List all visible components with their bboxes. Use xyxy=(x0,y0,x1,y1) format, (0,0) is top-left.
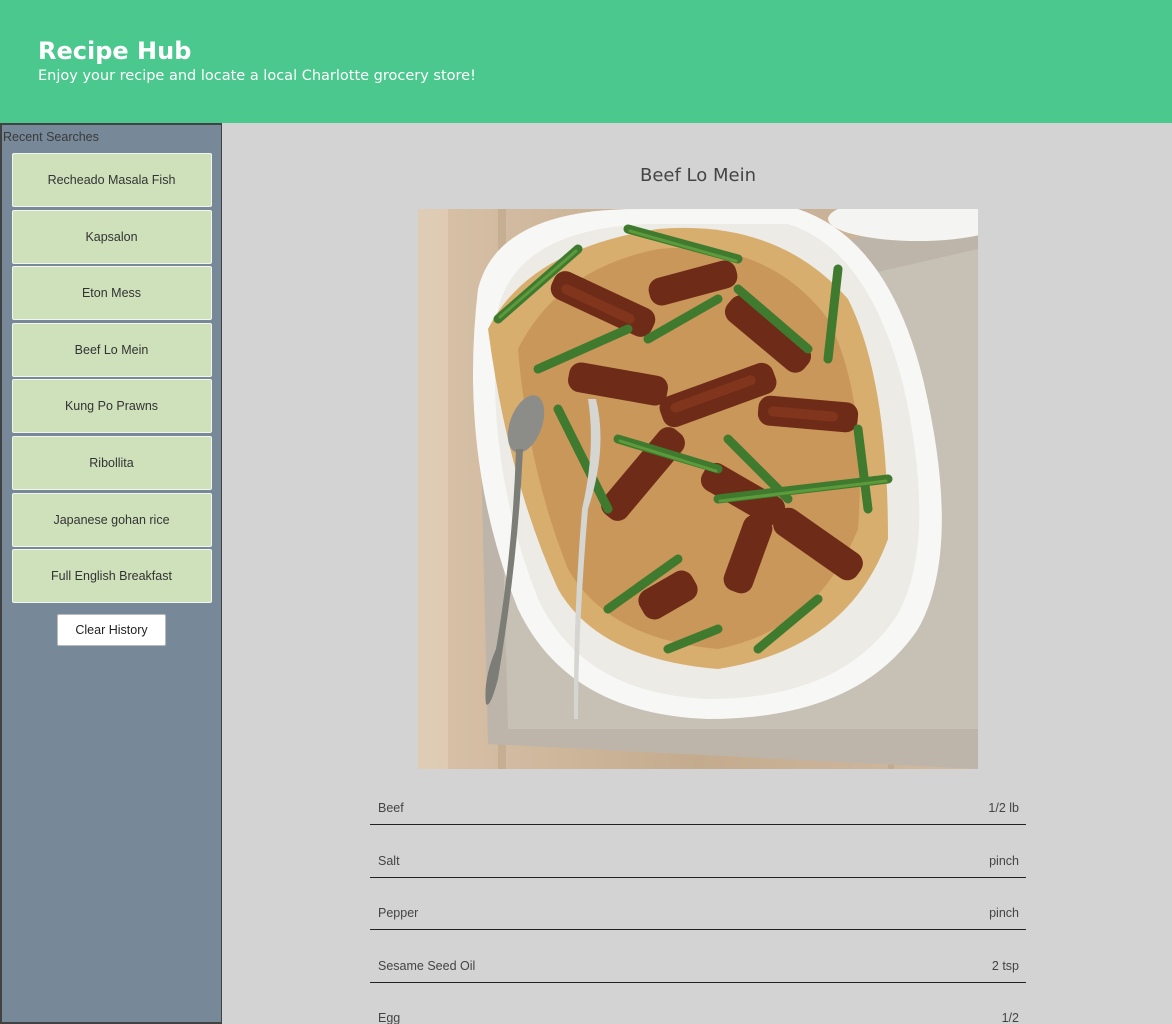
ingredients-list: Beef 1/2 lb Salt pinch Pepper pinch Sesa… xyxy=(370,773,1026,1024)
recent-search-item[interactable]: Kung Po Prawns xyxy=(11,379,212,434)
ingredient-row: Beef 1/2 lb xyxy=(370,773,1026,826)
recent-search-item[interactable]: Recheado Masala Fish xyxy=(11,153,212,207)
app-subtitle: Enjoy your recipe and locate a local Cha… xyxy=(38,68,476,84)
header: Recipe Hub Enjoy your recipe and locate … xyxy=(0,0,1172,123)
recent-search-item[interactable]: Beef Lo Mein xyxy=(11,322,212,377)
ingredient-name: Beef xyxy=(378,801,404,816)
ingredient-amount: pinch xyxy=(989,906,1019,921)
recent-search-item[interactable]: Full English Breakfast xyxy=(11,549,212,604)
ingredient-amount: 1/2 xyxy=(1001,1010,1019,1024)
ingredient-row: Salt pinch xyxy=(370,825,1026,878)
recipe-photo xyxy=(418,209,978,769)
recipe-image xyxy=(418,209,978,769)
recent-search-item[interactable]: Ribollita xyxy=(11,435,212,490)
ingredient-name: Pepper xyxy=(378,906,419,921)
ingredient-row: Sesame Seed Oil 2 tsp xyxy=(370,930,1026,983)
recent-search-item[interactable]: Kapsalon xyxy=(11,209,212,264)
ingredient-name: Egg xyxy=(378,1010,401,1024)
ingredient-amount: 1/2 lb xyxy=(988,801,1019,816)
recipe-title: Beef Lo Mein xyxy=(639,165,756,186)
ingredient-amount: pinch xyxy=(989,853,1019,868)
sidebar: Recent Searches Recheado Masala Fish Kap… xyxy=(0,123,222,1024)
recent-searches-list: Recheado Masala Fish Kapsalon Eton Mess … xyxy=(2,153,221,646)
ingredient-row: Egg 1/2 xyxy=(370,983,1026,1024)
ingredient-amount: 2 tsp xyxy=(991,958,1019,973)
ingredient-name: Sesame Seed Oil xyxy=(378,958,476,973)
clear-history-button[interactable]: Clear History xyxy=(57,613,166,646)
recent-searches-title: Recent Searches xyxy=(3,130,99,144)
app-title: Recipe Hub xyxy=(38,37,192,65)
ingredient-row: Pepper pinch xyxy=(370,878,1026,931)
recent-search-item[interactable]: Japanese gohan rice xyxy=(11,492,212,547)
ingredient-name: Salt xyxy=(378,853,400,868)
recipe-panel: Beef Lo Mein Beef 1/2 lb Salt pinch Pepp… xyxy=(222,123,1172,1024)
recent-search-item[interactable]: Eton Mess xyxy=(11,266,212,321)
